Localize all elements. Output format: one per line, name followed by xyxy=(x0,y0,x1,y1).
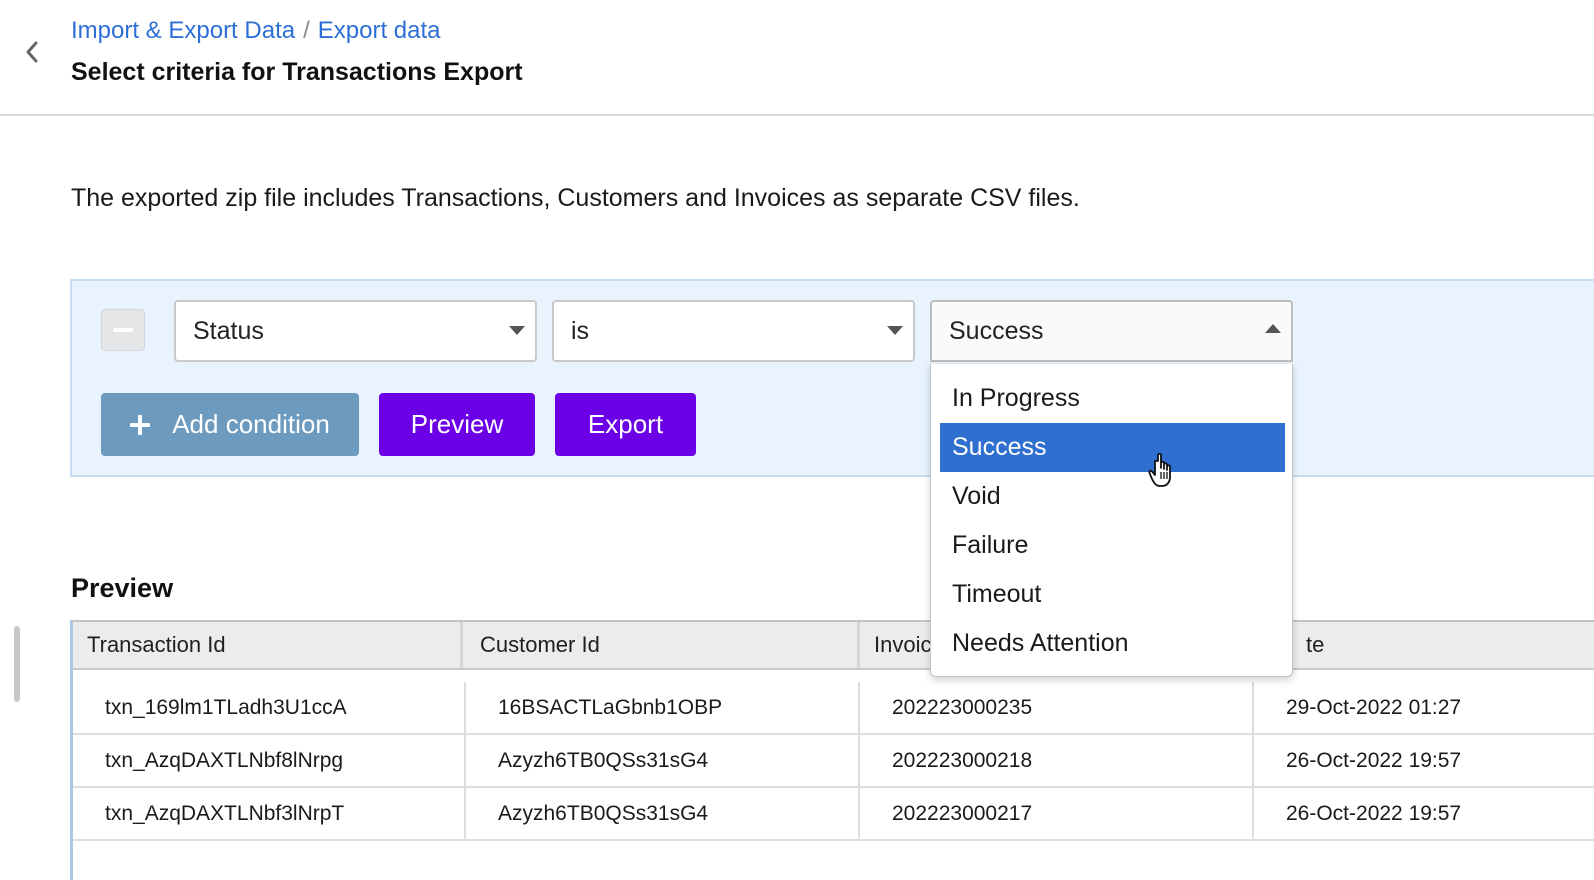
add-condition-button[interactable]: Add condition xyxy=(101,393,359,456)
cell-date: 26-Oct-2022 19:57 xyxy=(1254,735,1594,786)
cell-transaction-id: txn_AzqDAXTLNbf3lNrpT xyxy=(73,788,466,839)
operator-select-value: is xyxy=(571,317,590,345)
chevron-down-icon xyxy=(509,326,525,335)
value-dropdown-menu: In Progress Success Void Failure Timeout… xyxy=(930,364,1293,677)
column-header-date[interactable]: te xyxy=(1254,622,1594,668)
cell-invoice: 202223000218 xyxy=(860,735,1254,786)
value-select-value: Success xyxy=(949,317,1044,345)
cell-customer-id: Azyzh6TB0QSs31sG4 xyxy=(466,735,860,786)
cell-transaction-id: txn_169lm1TLadh3U1ccA xyxy=(73,682,466,733)
export-button[interactable]: Export xyxy=(555,393,696,456)
preview-button-label: Preview xyxy=(410,409,504,439)
breadcrumb-link-export-data[interactable]: Export data xyxy=(318,17,441,44)
cell-date: 29-Oct-2022 01:27 xyxy=(1254,682,1594,733)
hand-pointer-icon xyxy=(1148,452,1171,487)
value-select[interactable]: Success xyxy=(930,300,1293,362)
option-success[interactable]: Success xyxy=(940,423,1285,472)
table-header: Transaction Id Customer Id Invoic te xyxy=(73,622,1594,670)
add-condition-label: Add condition xyxy=(172,409,330,439)
column-header-transaction-id[interactable]: Transaction Id xyxy=(73,622,463,668)
chevron-up-icon xyxy=(1265,324,1281,333)
table-row: txn_169lm1TLadh3U1ccA 16BSACTLaGbnb1OBP … xyxy=(73,682,1594,735)
breadcrumb-link-import-export[interactable]: Import & Export Data xyxy=(71,17,295,44)
export-button-label: Export xyxy=(587,409,664,439)
preview-heading: Preview xyxy=(71,573,174,603)
minus-icon xyxy=(113,328,133,332)
cell-customer-id: Azyzh6TB0QSs31sG4 xyxy=(466,788,860,839)
cell-invoice: 202223000217 xyxy=(860,788,1254,839)
breadcrumb-separator: / xyxy=(303,17,310,44)
option-void[interactable]: Void xyxy=(940,472,1285,521)
page-title: Select criteria for Transactions Export xyxy=(71,58,523,86)
back-button[interactable] xyxy=(18,36,46,68)
column-header-customer-id[interactable]: Customer Id xyxy=(466,622,860,668)
field-select-value: Status xyxy=(193,317,264,345)
remove-condition-button[interactable] xyxy=(101,309,145,351)
chevron-left-icon xyxy=(26,41,38,63)
table-row: txn_AzqDAXTLNbf8lNrpg Azyzh6TB0QSs31sG4 … xyxy=(73,735,1594,788)
option-in-progress[interactable]: In Progress xyxy=(940,374,1285,423)
chevron-down-icon xyxy=(887,326,903,335)
preview-button[interactable]: Preview xyxy=(379,393,535,456)
option-timeout[interactable]: Timeout xyxy=(940,570,1285,619)
cell-date: 26-Oct-2022 19:57 xyxy=(1254,788,1594,839)
cell-invoice: 202223000235 xyxy=(860,682,1254,733)
table-body: txn_169lm1TLadh3U1ccA 16BSACTLaGbnb1OBP … xyxy=(73,682,1594,841)
page-header: Import & Export Data / Export data Select … xyxy=(0,0,1594,116)
cell-transaction-id: txn_AzqDAXTLNbf8lNrpg xyxy=(73,735,466,786)
plus-icon xyxy=(130,414,151,435)
preview-table: Transaction Id Customer Id Invoic te txn… xyxy=(70,620,1594,880)
breadcrumb: Import & Export Data / Export data xyxy=(71,16,441,46)
field-select[interactable]: Status xyxy=(174,300,537,362)
export-description: The exported zip file includes Transacti… xyxy=(71,184,1080,212)
operator-select[interactable]: is xyxy=(552,300,915,362)
table-row: txn_AzqDAXTLNbf3lNrpT Azyzh6TB0QSs31sG4 … xyxy=(73,788,1594,841)
left-scrollbar[interactable] xyxy=(14,626,20,702)
cell-customer-id: 16BSACTLaGbnb1OBP xyxy=(466,682,860,733)
option-needs-attention[interactable]: Needs Attention xyxy=(940,619,1285,668)
option-failure[interactable]: Failure xyxy=(940,521,1285,570)
